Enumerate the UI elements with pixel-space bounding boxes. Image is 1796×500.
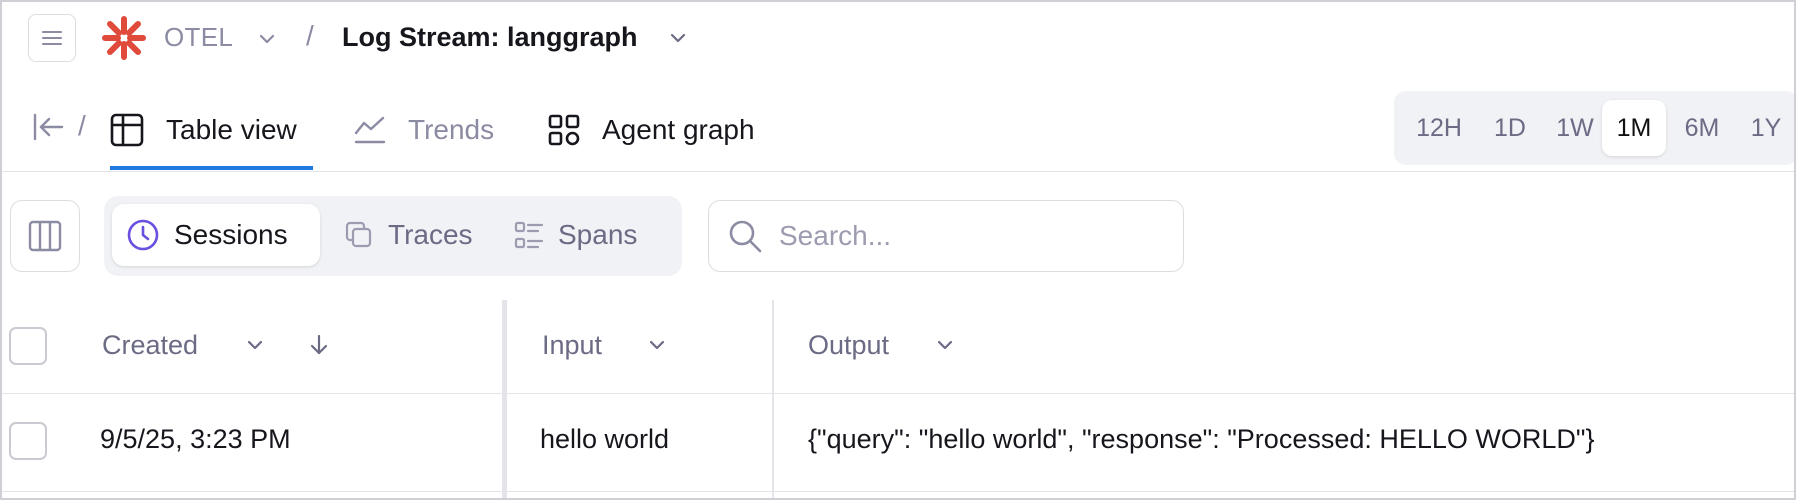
search-box: [708, 200, 1184, 272]
mode-label: Traces: [388, 219, 473, 250]
column-header-input[interactable]: Input: [542, 330, 602, 361]
project-breadcrumb[interactable]: OTEL: [164, 22, 233, 53]
grid-icon: [548, 114, 580, 146]
table-header-row: Created Input Output: [2, 300, 1794, 394]
column-header-created[interactable]: Created: [102, 330, 198, 361]
column-header-output[interactable]: Output: [808, 330, 889, 361]
columns-toggle-button[interactable]: [10, 200, 80, 272]
sort-descending-icon[interactable]: [308, 333, 330, 357]
breadcrumb-separator: /: [306, 20, 314, 51]
trend-icon: [354, 116, 386, 144]
range-option-1w[interactable]: 1W: [1544, 100, 1606, 156]
tab-trends[interactable]: Trends: [354, 102, 494, 158]
columns-icon: [28, 220, 62, 252]
time-range-selector: 12H 1D 1W 1M 6M 1Y: [1394, 91, 1794, 165]
range-option-1m[interactable]: 1M: [1602, 100, 1666, 156]
select-all-checkbox[interactable]: [9, 327, 47, 365]
chevron-down-icon[interactable]: [934, 334, 956, 356]
row-checkbox[interactable]: [9, 422, 47, 460]
collapse-back-icon[interactable]: [32, 110, 66, 144]
sidebar-toggle-button[interactable]: [28, 14, 76, 62]
cell-output: {"query": "hello world", "response": "Pr…: [808, 424, 1595, 454]
mode-traces-button[interactable]: Traces: [330, 204, 490, 266]
copy-icon: [345, 221, 372, 248]
view-mode-switcher: Sessions Traces Spans: [104, 196, 682, 276]
tab-label: Table view: [166, 114, 297, 145]
tab-table-view[interactable]: Table view: [110, 102, 297, 158]
nav-separator: /: [78, 110, 86, 141]
tab-label: Trends: [408, 114, 495, 145]
chevron-down-icon[interactable]: [256, 28, 278, 50]
clock-icon: [127, 219, 159, 251]
mode-label: Spans: [558, 219, 638, 250]
tab-label: Agent graph: [602, 114, 755, 145]
range-option-6m[interactable]: 6M: [1670, 100, 1734, 156]
mode-spans-button[interactable]: Spans: [500, 204, 672, 266]
cell-input: hello world: [540, 424, 670, 454]
chevron-down-icon[interactable]: [244, 334, 266, 356]
list-icon: [514, 221, 544, 249]
range-option-1d[interactable]: 1D: [1480, 100, 1540, 156]
log-stream-breadcrumb[interactable]: Log Stream: langgraph: [342, 22, 638, 53]
tab-agent-graph[interactable]: Agent graph: [548, 102, 755, 158]
table-icon: [110, 113, 144, 147]
active-tab-indicator: [110, 166, 313, 170]
search-input[interactable]: [779, 220, 1159, 252]
search-icon: [729, 220, 762, 253]
app-frame: OTEL / Log Stream: langgraph / Table vie…: [0, 0, 1796, 500]
column-divider: [772, 300, 774, 498]
table-row[interactable]: 9/5/25, 3:23 PM hello world {"query": "h…: [2, 394, 1794, 492]
chevron-down-icon[interactable]: [646, 334, 668, 356]
column-resize-handle[interactable]: [502, 300, 507, 498]
mode-sessions-button[interactable]: Sessions: [112, 204, 320, 266]
top-bar: OTEL / Log Stream: langgraph: [2, 2, 1794, 78]
mode-label: Sessions: [174, 219, 288, 250]
chevron-down-icon[interactable]: [667, 27, 689, 49]
cell-created: 9/5/25, 3:23 PM: [100, 424, 291, 454]
range-option-12h[interactable]: 12H: [1404, 100, 1474, 156]
menu-icon: [42, 31, 62, 45]
sessions-table: Created Input Output 9/5/25, 3:23 PM hel…: [2, 300, 1794, 498]
brand-logo: [102, 16, 146, 60]
range-option-1y[interactable]: 1Y: [1738, 100, 1794, 156]
